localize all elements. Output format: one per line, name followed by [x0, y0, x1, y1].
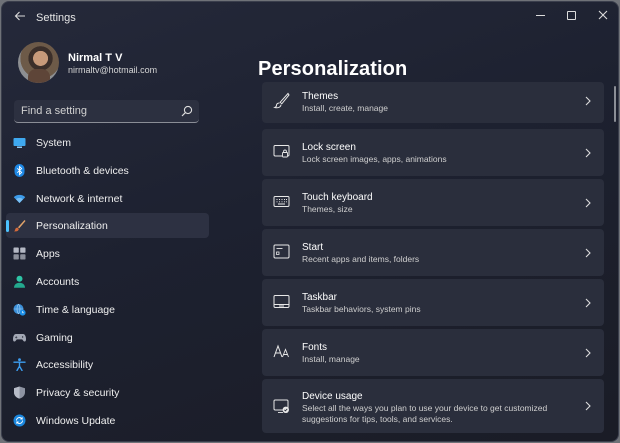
- card-device-usage[interactable]: Device usage Select all the ways you pla…: [262, 379, 604, 433]
- gamepad-icon: [13, 333, 26, 342]
- sidebar-item-label: Time & language: [36, 303, 115, 316]
- chevron-right-icon: [585, 96, 591, 106]
- card-start[interactable]: Start Recent apps and items, folders: [262, 229, 604, 276]
- card-subtitle: Select all the ways you plan to use your…: [302, 403, 548, 424]
- sidebar-item-privacy-security[interactable]: Privacy & security: [6, 380, 209, 405]
- card-title: Fonts: [302, 342, 328, 353]
- person-icon: [14, 275, 25, 288]
- bluetooth-icon: [14, 163, 25, 177]
- card-subtitle: Install, create, manage: [302, 103, 388, 113]
- sidebar-item-label: Personalization: [36, 220, 108, 233]
- sidebar-item-label: Network & internet: [36, 192, 123, 205]
- card-title: Start: [302, 242, 324, 253]
- scrollbar-thumb[interactable]: [614, 86, 616, 122]
- card-title: Themes: [302, 91, 339, 102]
- sidebar-item-time-language[interactable]: Time & language: [6, 297, 209, 322]
- sidebar-nav: System Bluetooth & devices Network & int…: [6, 130, 209, 436]
- user-email: nirmaltv@hotmail.com: [68, 65, 158, 75]
- card-subtitle: Recent apps and items, folders: [302, 254, 420, 264]
- search-box: [14, 100, 199, 123]
- title-bar: Settings: [2, 2, 618, 34]
- sidebar-item-label: Accessibility: [36, 359, 94, 372]
- chevron-right-icon: [585, 198, 591, 208]
- brush-icon: [273, 92, 290, 109]
- fonts-icon: [273, 344, 289, 358]
- maximize-icon: [566, 10, 576, 20]
- brush-icon: [13, 220, 26, 232]
- card-title: Touch keyboard: [302, 192, 373, 203]
- sidebar-item-label: Accounts: [36, 275, 80, 288]
- card-subtitle: Themes, size: [302, 204, 353, 214]
- minimize-icon: [535, 14, 545, 16]
- avatar: [18, 42, 59, 83]
- search-input[interactable]: [14, 100, 174, 122]
- update-icon: [13, 414, 26, 427]
- shield-icon: [14, 386, 25, 399]
- chevron-right-icon: [585, 298, 591, 308]
- chevron-right-icon: [585, 348, 591, 358]
- start-icon: [273, 244, 290, 259]
- settings-window: Settings Nirmal T V nirmaltv@hotmail.com…: [1, 1, 619, 442]
- sidebar-item-label: Apps: [36, 248, 60, 261]
- taskbar-icon: [273, 295, 290, 308]
- card-title: Taskbar: [302, 292, 338, 303]
- back-button[interactable]: [12, 10, 28, 26]
- card-title: Device usage: [302, 391, 363, 402]
- card-touch-keyboard[interactable]: Touch keyboard Themes, size: [262, 179, 604, 226]
- sidebar-item-gaming[interactable]: Gaming: [6, 325, 209, 350]
- sidebar-item-label: System: [36, 137, 72, 149]
- sidebar-item-apps[interactable]: Apps: [6, 241, 209, 266]
- search-icon[interactable]: [180, 104, 194, 118]
- close-button[interactable]: [587, 2, 618, 28]
- sidebar-item-system[interactable]: System: [6, 130, 209, 155]
- sidebar-item-windows-update[interactable]: Windows Update: [6, 408, 209, 433]
- card-subtitle: Lock screen images, apps, animations: [302, 154, 447, 164]
- sidebar-item-bluetooth[interactable]: Bluetooth & devices: [6, 158, 209, 183]
- page-title: Personalization: [258, 58, 408, 80]
- sidebar-item-network[interactable]: Network & internet: [6, 186, 209, 211]
- keyboard-icon: [273, 196, 290, 207]
- sidebar-item-accounts[interactable]: Accounts: [6, 269, 209, 294]
- card-themes[interactable]: Themes Install, create, manage: [262, 82, 604, 123]
- card-fonts[interactable]: Fonts Install, manage: [262, 329, 604, 376]
- wifi-icon: [13, 194, 26, 203]
- sidebar-item-personalization[interactable]: Personalization: [6, 213, 209, 239]
- chevron-right-icon: [585, 148, 591, 158]
- device-usage-icon: [273, 399, 289, 413]
- card-subtitle: Taskbar behaviors, system pins: [302, 304, 421, 314]
- sidebar-item-label: Gaming: [36, 331, 73, 344]
- close-icon: [598, 10, 608, 20]
- sidebar-item-label: Windows Update: [36, 414, 116, 427]
- maximize-button[interactable]: [555, 2, 587, 28]
- chevron-right-icon: [585, 248, 591, 258]
- card-taskbar[interactable]: Taskbar Taskbar behaviors, system pins: [262, 279, 604, 326]
- card-lock-screen[interactable]: Lock screen Lock screen images, apps, an…: [262, 129, 604, 176]
- globe-clock-icon: [13, 303, 26, 316]
- lock-screen-icon: [273, 145, 290, 158]
- sidebar-item-accessibility[interactable]: Accessibility: [6, 352, 209, 377]
- apps-icon: [13, 247, 26, 260]
- chevron-right-icon: [585, 401, 591, 411]
- sidebar-item-label: Privacy & security: [36, 387, 120, 400]
- card-title: Lock screen: [302, 142, 356, 153]
- system-icon: [13, 138, 26, 148]
- user-name: Nirmal T V: [68, 52, 123, 64]
- app-title: Settings: [36, 12, 76, 24]
- sidebar-item-label: Bluetooth & devices: [36, 164, 129, 177]
- accessibility-icon: [13, 358, 26, 372]
- minimize-button[interactable]: [524, 2, 556, 28]
- card-subtitle: Install, manage: [302, 354, 360, 364]
- back-arrow-icon: [14, 11, 25, 21]
